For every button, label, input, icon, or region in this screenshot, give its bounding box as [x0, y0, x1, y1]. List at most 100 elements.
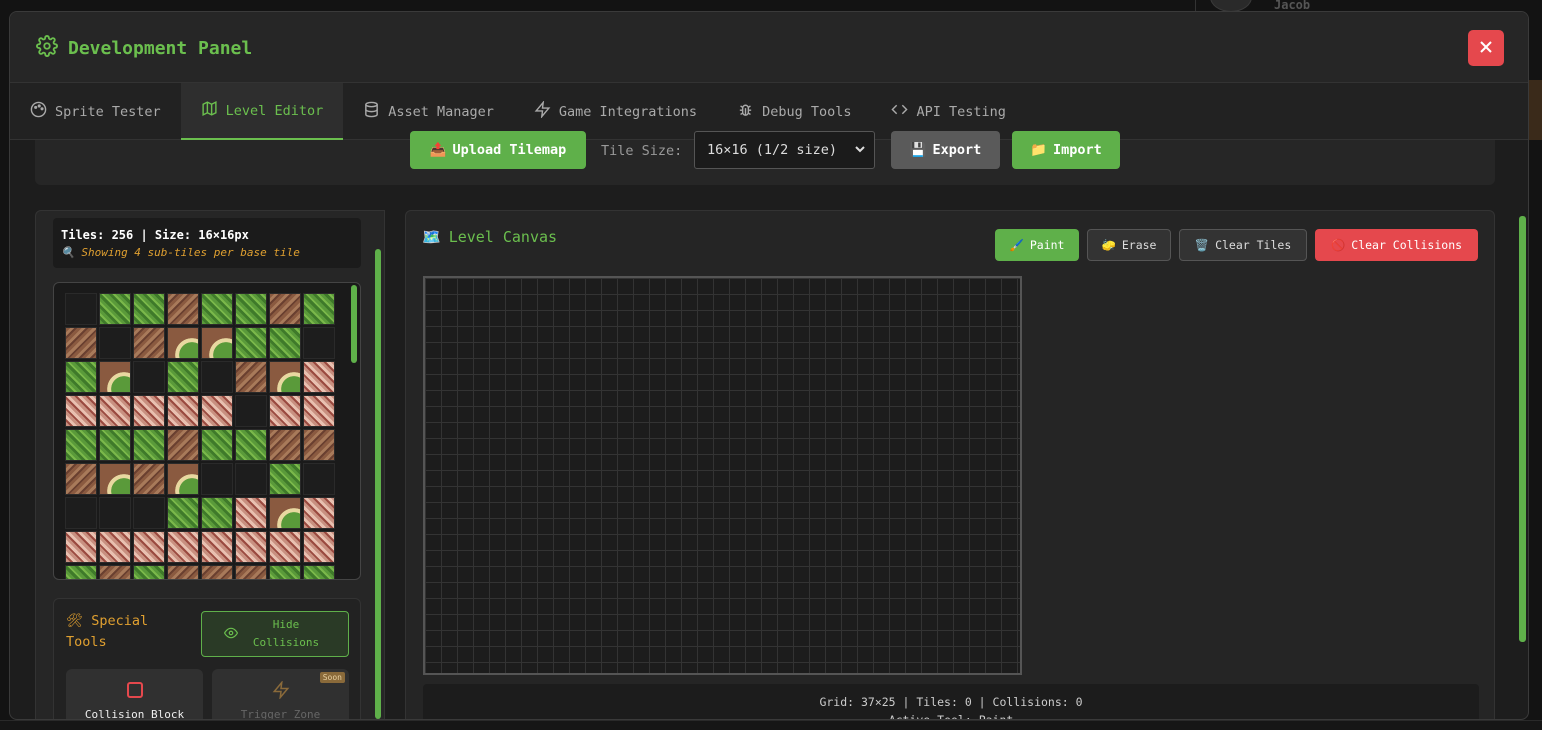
tile-swatch[interactable] [65, 565, 97, 579]
tile-swatch[interactable] [65, 497, 97, 529]
tab-label: Game Integrations [558, 103, 698, 120]
tile-swatch[interactable] [133, 463, 165, 495]
tile-swatch[interactable] [269, 463, 301, 495]
level-grid-canvas[interactable] [423, 276, 1022, 675]
tile-swatch[interactable] [303, 463, 335, 495]
tile-swatch[interactable] [99, 497, 131, 529]
erase-button[interactable]: 🧽 Erase [1087, 229, 1171, 261]
tile-swatch[interactable] [201, 497, 233, 529]
tile-swatch[interactable] [269, 361, 301, 393]
tile-swatch[interactable] [133, 361, 165, 393]
import-button[interactable]: 📁 Import [1012, 131, 1120, 169]
tile-swatch[interactable] [201, 293, 233, 325]
tile-swatch[interactable] [303, 395, 335, 427]
tileset-panel-scrollbar[interactable] [375, 249, 381, 719]
tile-swatch[interactable] [99, 463, 131, 495]
hide-collisions-button[interactable]: Hide Collisions [201, 611, 349, 657]
tile-swatch[interactable] [65, 463, 97, 495]
hide-collisions-label: Hide Collisions [252, 618, 320, 649]
tile-swatch[interactable] [201, 327, 233, 359]
tile-swatch[interactable] [235, 361, 267, 393]
tile-swatch[interactable] [133, 293, 165, 325]
tile-swatch[interactable] [65, 395, 97, 427]
tile-swatch[interactable] [269, 429, 301, 461]
gear-icon [36, 35, 58, 62]
tile-swatch[interactable] [303, 497, 335, 529]
tile-swatch[interactable] [269, 565, 301, 579]
tile-swatch[interactable] [167, 395, 199, 427]
modal-header: Development Panel [10, 12, 1528, 83]
tile-swatch[interactable] [167, 293, 199, 325]
tile-swatch[interactable] [269, 531, 301, 563]
tile-swatch[interactable] [235, 429, 267, 461]
tile-swatch[interactable] [65, 293, 97, 325]
clear-collisions-label: Clear Collisions [1351, 238, 1463, 252]
tile-swatch[interactable] [201, 361, 233, 393]
modal-scrollbar[interactable] [1519, 216, 1526, 642]
tile-swatch[interactable] [269, 497, 301, 529]
paint-button[interactable]: 🖌️ Paint [995, 229, 1079, 261]
tile-swatch[interactable] [167, 429, 199, 461]
trigger-zone-tool: Soon Trigger Zone [212, 669, 349, 719]
upload-tilemap-button[interactable]: 📤 Upload Tilemap [410, 131, 586, 169]
tile-swatch[interactable] [133, 327, 165, 359]
upload-icon: 📤 [429, 142, 447, 158]
tile-swatch[interactable] [99, 361, 131, 393]
tile-swatch[interactable] [303, 361, 335, 393]
tile-swatch[interactable] [235, 463, 267, 495]
tile-swatch[interactable] [269, 327, 301, 359]
tile-swatch[interactable] [201, 565, 233, 579]
tile-swatch[interactable] [303, 531, 335, 563]
tile-swatch[interactable] [99, 327, 131, 359]
tile-swatch[interactable] [303, 565, 335, 579]
tile-swatch[interactable] [269, 293, 301, 325]
tile-swatch[interactable] [201, 463, 233, 495]
tab-sprite-tester[interactable]: Sprite Tester [10, 83, 181, 140]
folder-icon: 📁 [1030, 142, 1048, 158]
tile-swatch[interactable] [235, 293, 267, 325]
tile-swatch[interactable] [99, 293, 131, 325]
tile-swatch[interactable] [201, 429, 233, 461]
tile-swatch[interactable] [65, 531, 97, 563]
tile-swatch[interactable] [167, 565, 199, 579]
tile-swatch[interactable] [133, 565, 165, 579]
tile-swatch[interactable] [99, 531, 131, 563]
close-button[interactable] [1468, 30, 1504, 66]
erase-label: Erase [1121, 238, 1157, 252]
export-button[interactable]: 💾 Export [891, 131, 1000, 169]
tile-swatch[interactable] [167, 497, 199, 529]
tile-swatch[interactable] [65, 361, 97, 393]
tile-swatch[interactable] [99, 395, 131, 427]
tile-swatch[interactable] [303, 293, 335, 325]
tile-swatch[interactable] [133, 497, 165, 529]
tile-swatch[interactable] [167, 531, 199, 563]
tile-swatch[interactable] [303, 327, 335, 359]
tile-swatch[interactable] [133, 429, 165, 461]
tile-swatch[interactable] [167, 327, 199, 359]
tile-swatch[interactable] [303, 429, 335, 461]
tab-level-editor[interactable]: Level Editor [180, 83, 344, 140]
tile-swatch[interactable] [201, 531, 233, 563]
tile-swatch[interactable] [269, 395, 301, 427]
tile-swatch[interactable] [167, 463, 199, 495]
collision-block-tool[interactable]: Collision Block [66, 669, 203, 719]
trash-icon: 🗑️ [1194, 238, 1210, 252]
tile-swatch[interactable] [99, 565, 131, 579]
tile-swatch[interactable] [133, 531, 165, 563]
tile-swatch[interactable] [235, 531, 267, 563]
tile-swatch[interactable] [235, 497, 267, 529]
tile-swatch[interactable] [201, 395, 233, 427]
tile-swatch[interactable] [167, 361, 199, 393]
tile-swatch[interactable] [235, 565, 267, 579]
tile-swatch[interactable] [235, 395, 267, 427]
tile-swatch[interactable] [65, 429, 97, 461]
tile-swatch[interactable] [133, 395, 165, 427]
eraser-icon: 🧽 [1101, 238, 1116, 252]
tile-size-select[interactable]: 16×16 (1/2 size) [694, 131, 875, 169]
tile-swatch[interactable] [65, 327, 97, 359]
tile-swatch[interactable] [235, 327, 267, 359]
clear-collisions-button[interactable]: 🚫 Clear Collisions [1315, 229, 1478, 261]
tile-palette-scrollbar[interactable] [351, 285, 357, 363]
clear-tiles-button[interactable]: 🗑️ Clear Tiles [1179, 229, 1307, 261]
tile-swatch[interactable] [99, 429, 131, 461]
